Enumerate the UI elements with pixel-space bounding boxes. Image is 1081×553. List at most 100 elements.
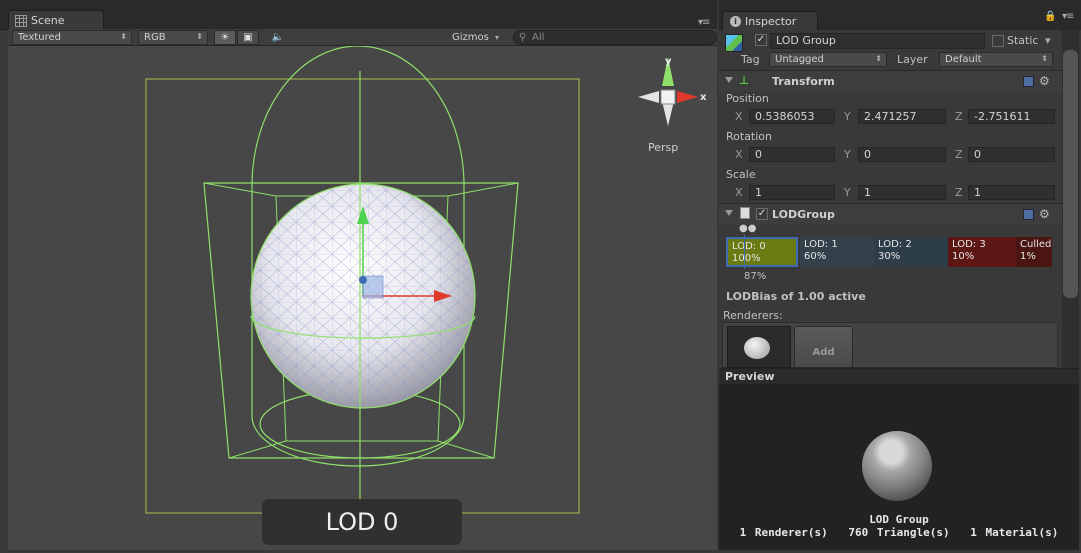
help-book-icon[interactable] [1023, 76, 1034, 87]
gizmo-neg-x-cone[interactable] [638, 91, 659, 103]
lod-segment-culled[interactable]: Culled 1% [1016, 237, 1052, 267]
color-mode-dropdown[interactable]: RGB ⬍ [138, 30, 208, 45]
scene-tab-bar [0, 0, 717, 30]
gear-icon[interactable]: ⚙ [1039, 74, 1050, 88]
static-dropdown-icon[interactable]: ▾ [1045, 34, 1051, 47]
sun-icon: ☀ [220, 32, 230, 43]
scale-x-axis-label: X [735, 186, 743, 199]
audio-icon: 🔈 [271, 32, 285, 43]
tag-value: Untagged [775, 54, 824, 65]
layer-value: Default [945, 54, 982, 65]
render-mode-dropdown[interactable]: Textured ⬍ [12, 30, 132, 45]
scene-viewport[interactable]: y x Persp LOD 0 [8, 46, 717, 550]
image-icon: ▣ [243, 32, 253, 43]
dropdown-arrow-icon: ⬍ [1041, 54, 1048, 63]
lod-segment-0[interactable]: LOD: 0 100% [726, 237, 798, 267]
scale-y-field[interactable]: 1 [858, 185, 946, 200]
unity-editor: Scene ▾≡ Textured ⬍ RGB ⬍ ☀ ▣ 🔈 Gizmos ▾ ⚲ … [0, 0, 1081, 553]
projection-label[interactable]: Persp [648, 141, 678, 154]
lod-segment-culled-pct: 1% [1020, 251, 1036, 262]
scene-search-input[interactable]: ⚲ All [513, 30, 717, 45]
preview-area[interactable]: LOD Group 1 Renderer(s) 760 Triangle(s) … [719, 384, 1079, 550]
search-placeholder: All [532, 32, 545, 43]
scene-overlay-toggle[interactable]: ▣ [237, 30, 259, 45]
active-checkbox[interactable]: ✓ [755, 34, 767, 46]
static-label: Static [1007, 34, 1039, 47]
position-z-field[interactable]: -2.751611 [968, 109, 1055, 124]
dropdown-arrow-icon: ⬍ [875, 54, 882, 63]
preview-stats: 1 Renderer(s) 760 Triangle(s) 1 Material… [719, 526, 1079, 539]
grid-icon [15, 15, 27, 27]
lod-segment-2[interactable]: LOD: 2 30% [874, 237, 948, 267]
lod-segment-1[interactable]: LOD: 1 60% [800, 237, 874, 267]
lod-segment-culled-name: Culled [1020, 239, 1052, 250]
transform-header[interactable]: ⊥ Transform ⚙ [719, 70, 1062, 92]
gizmo-center-cube[interactable] [660, 89, 676, 105]
object-name-field[interactable]: LOD Group [770, 33, 985, 49]
lod-segment-3-name: LOD: 3 [952, 239, 986, 250]
preview-object-name: LOD Group [869, 513, 929, 526]
rotation-y-field[interactable]: 0 [858, 147, 946, 162]
add-renderer-button[interactable]: Add [794, 326, 853, 368]
rotation-x-field[interactable]: 0 [749, 147, 835, 162]
lod-bias-text: LODBias of 1.00 active [726, 290, 866, 303]
preview-material-count: 1 Material(s) [970, 526, 1059, 539]
tab-scene-label: Scene [31, 14, 65, 27]
scene-lighting-toggle[interactable]: ☀ [214, 30, 236, 45]
dropdown-arrow-icon: ▾ [494, 33, 499, 42]
static-checkbox[interactable] [992, 35, 1004, 47]
pivot-point [359, 276, 367, 284]
lodgroup-enabled-checkbox[interactable]: ✓ [756, 208, 768, 220]
gizmos-dropdown[interactable]: Gizmos ▾ [446, 30, 504, 45]
lod-segment-3[interactable]: LOD: 3 10% [948, 237, 1016, 267]
scale-x-field[interactable]: 1 [749, 185, 835, 200]
gizmo-x-cone[interactable] [677, 91, 698, 103]
position-x-axis-label: X [735, 110, 743, 123]
scale-z-field[interactable]: 1 [968, 185, 1055, 200]
script-file-icon [740, 207, 750, 219]
rotation-x-axis-label: X [735, 148, 743, 161]
lod-segment-0-name: LOD: 0 [732, 241, 766, 252]
rotation-z-field[interactable]: 0 [968, 147, 1055, 162]
position-y-axis-label: Y [844, 110, 851, 123]
layer-dropdown[interactable]: Default ⬍ [939, 52, 1053, 67]
gizmo-neg-y-cone[interactable] [662, 101, 674, 126]
lod-segment-1-name: LOD: 1 [804, 239, 838, 250]
lod-segment-0-pct: 100% [732, 253, 761, 264]
transform-title: Transform [772, 75, 835, 88]
renderer-thumbnail[interactable] [727, 326, 791, 368]
inspector-scroll-thumb[interactable] [1063, 50, 1078, 298]
position-x-field[interactable]: 0.5386053 [749, 109, 835, 124]
rotation-label: Rotation [726, 130, 773, 143]
position-label: Position [726, 92, 769, 105]
foldout-arrow-icon[interactable] [725, 77, 733, 83]
scale-label: Scale [726, 168, 756, 181]
panel-menu-icon[interactable]: ▾≡ [1062, 11, 1074, 22]
lodgroup-header[interactable]: ✓ LODGroup ⚙ [719, 203, 1062, 225]
tab-inspector[interactable]: i Inspector [722, 11, 818, 31]
tab-scene[interactable]: Scene [8, 10, 104, 30]
dropdown-arrow-icon: ⬍ [120, 32, 127, 41]
tab-inspector-label: Inspector [745, 15, 797, 28]
orientation-gizmo[interactable]: y x [638, 56, 707, 126]
preview-sphere[interactable] [862, 431, 932, 501]
info-icon: i [730, 16, 741, 27]
preview-header[interactable]: Preview [719, 368, 1079, 384]
gizmo-x-label: x [700, 92, 707, 103]
tag-dropdown[interactable]: Untagged ⬍ [769, 52, 887, 67]
scene-drawing: y x [145, 46, 707, 514]
panel-menu-icon[interactable]: ▾≡ [698, 17, 710, 28]
lock-icon[interactable]: 🔒 [1044, 11, 1056, 22]
preview-title: Preview [725, 370, 775, 383]
lod-current-marker[interactable] [744, 235, 745, 269]
position-y-field[interactable]: 2.471257 [858, 109, 946, 124]
gizmo-y-label: y [665, 56, 672, 67]
help-book-icon[interactable] [1023, 209, 1034, 220]
gear-icon[interactable]: ⚙ [1039, 207, 1050, 221]
rotation-z-axis-label: Z [955, 148, 963, 161]
camera-icon: ●● [739, 223, 757, 234]
foldout-arrow-icon[interactable] [725, 210, 733, 216]
lod-segment-3-pct: 10% [952, 251, 975, 262]
scene-audio-toggle[interactable]: 🔈 [267, 30, 289, 45]
render-mode-value: Textured [18, 32, 61, 43]
